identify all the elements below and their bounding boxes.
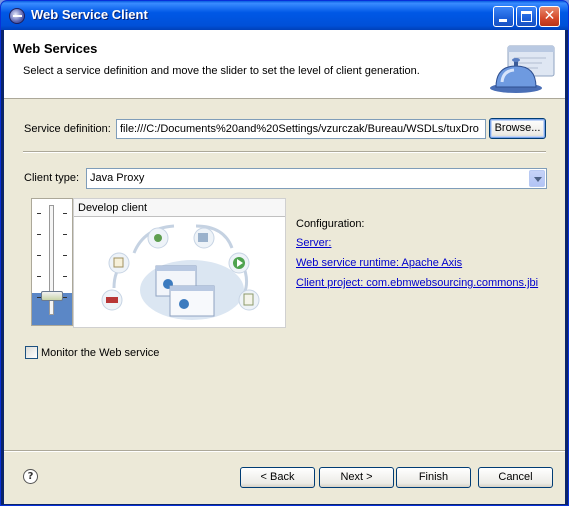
client-project-link[interactable]: Client project: com.ebmwebsourcing.commo…	[296, 277, 538, 289]
slider-tick	[63, 297, 67, 298]
server-link[interactable]: Server:	[296, 237, 331, 249]
monitor-label: Monitor the Web service	[41, 347, 160, 359]
chevron-down-icon[interactable]	[529, 170, 545, 187]
web-service-bell-icon	[490, 45, 555, 93]
slider-tick	[63, 255, 67, 256]
finish-button[interactable]: Finish	[396, 467, 471, 488]
help-icon[interactable]: ?	[23, 469, 38, 484]
slider-tick	[63, 213, 67, 214]
monitor-checkbox[interactable]	[25, 346, 38, 359]
web-service-runtime-link[interactable]: Web service runtime: Apache Axis	[296, 257, 462, 269]
bottom-separator	[4, 450, 565, 452]
back-button[interactable]: < Back	[240, 467, 315, 488]
page-description: Select a service definition and move the…	[23, 65, 420, 77]
slider-tick	[37, 255, 41, 256]
close-button[interactable]: ✕	[539, 6, 560, 27]
title-bar[interactable]: Web Service Client ✕	[1, 1, 568, 30]
eclipse-app-icon	[9, 8, 25, 24]
window-title: Web Service Client	[31, 7, 148, 22]
service-definition-label: Service definition:	[24, 123, 111, 135]
maximize-button[interactable]	[516, 6, 537, 27]
service-definition-input[interactable]: file:///C:/Documents%20and%20Settings/vz…	[116, 119, 486, 139]
configuration-heading: Configuration:	[296, 218, 365, 230]
dialog-window: Web Service Client ✕ Web Services Select…	[0, 0, 569, 506]
client-type-value: Java Proxy	[90, 172, 145, 184]
client-generation-slider[interactable]	[31, 198, 73, 326]
separator	[23, 151, 546, 153]
slider-tick	[63, 276, 67, 277]
dialog-body: Web Services Select a service definition…	[4, 30, 565, 504]
slider-tick	[37, 276, 41, 277]
maximize-icon	[521, 11, 532, 22]
slider-tick	[63, 234, 67, 235]
client-generation-diagram	[101, 224, 260, 320]
client-type-select[interactable]: Java Proxy	[86, 168, 547, 189]
minimize-icon	[499, 19, 507, 22]
next-button[interactable]: Next >	[319, 467, 394, 488]
browse-button[interactable]: Browse...	[489, 118, 546, 139]
close-icon: ✕	[543, 8, 556, 24]
client-level-label: Develop client	[74, 199, 285, 217]
cancel-button[interactable]: Cancel	[478, 467, 553, 488]
client-level-panel: Develop client	[73, 198, 286, 328]
page-title: Web Services	[13, 41, 98, 56]
wizard-header: Web Services Select a service definition…	[4, 30, 565, 99]
slider-tick	[37, 213, 41, 214]
slider-tick	[37, 234, 41, 235]
minimize-button[interactable]	[493, 6, 514, 27]
client-type-label: Client type:	[24, 172, 80, 184]
slider-thumb[interactable]	[41, 291, 63, 301]
